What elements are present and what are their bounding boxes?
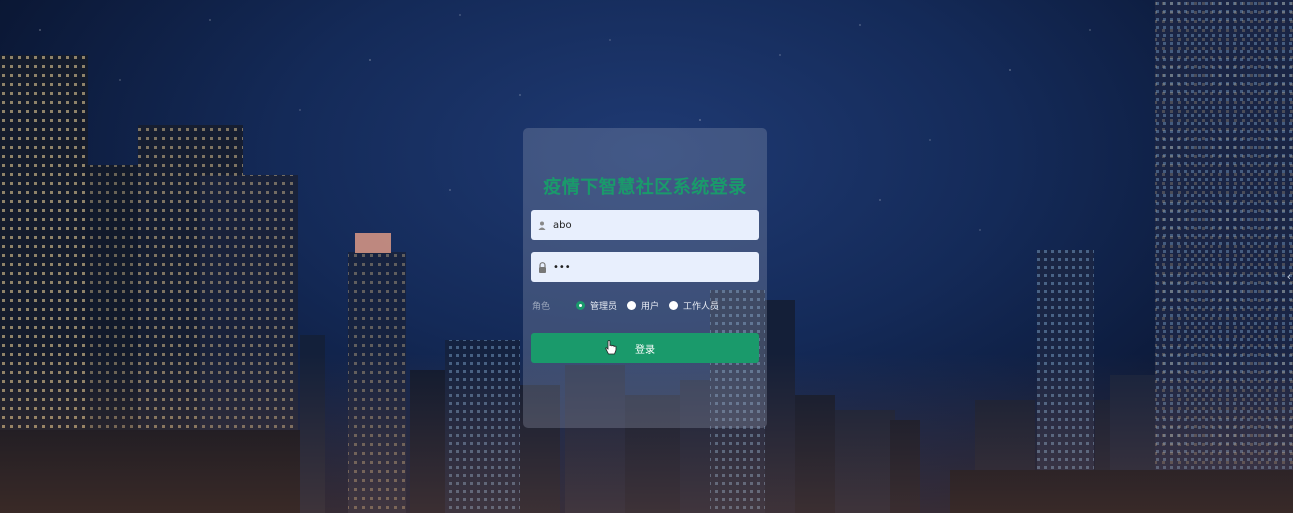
- login-page-background: 疫情下智慧社区系统登录 abo ••• 角色 管理员 用户 工作人员 登录 ‹: [0, 0, 1293, 513]
- login-title: 疫情下智慧社区系统登录: [543, 177, 747, 198]
- login-panel: 疫情下智慧社区系统登录 abo ••• 角色 管理员 用户 工作人员 登录: [523, 128, 767, 428]
- role-option-staff[interactable]: 工作人员: [669, 299, 719, 312]
- radio-unchecked-icon[interactable]: [627, 301, 637, 310]
- username-field[interactable]: abo: [531, 210, 759, 240]
- role-option-label: 用户: [641, 302, 660, 312]
- password-value: •••: [553, 261, 571, 273]
- user-icon: [537, 219, 547, 231]
- lock-icon: [537, 261, 547, 273]
- pointer-hand-icon: [605, 340, 617, 359]
- radio-unchecked-icon[interactable]: [669, 301, 679, 310]
- radio-checked-icon[interactable]: [576, 301, 586, 310]
- role-option-label: 管理员: [590, 302, 618, 312]
- role-label: 角色: [532, 302, 551, 312]
- role-option-admin[interactable]: 管理员: [576, 299, 617, 312]
- role-option-label: 工作人员: [683, 302, 720, 312]
- role-selector: 角色 管理员 用户 工作人员: [532, 299, 729, 312]
- role-option-user[interactable]: 用户: [627, 299, 659, 312]
- password-field[interactable]: •••: [531, 252, 759, 282]
- login-button-label: 登录: [635, 344, 655, 356]
- username-value: abo: [553, 219, 572, 231]
- chevron-left-icon[interactable]: ‹: [1287, 270, 1291, 283]
- login-button[interactable]: 登录: [531, 333, 759, 363]
